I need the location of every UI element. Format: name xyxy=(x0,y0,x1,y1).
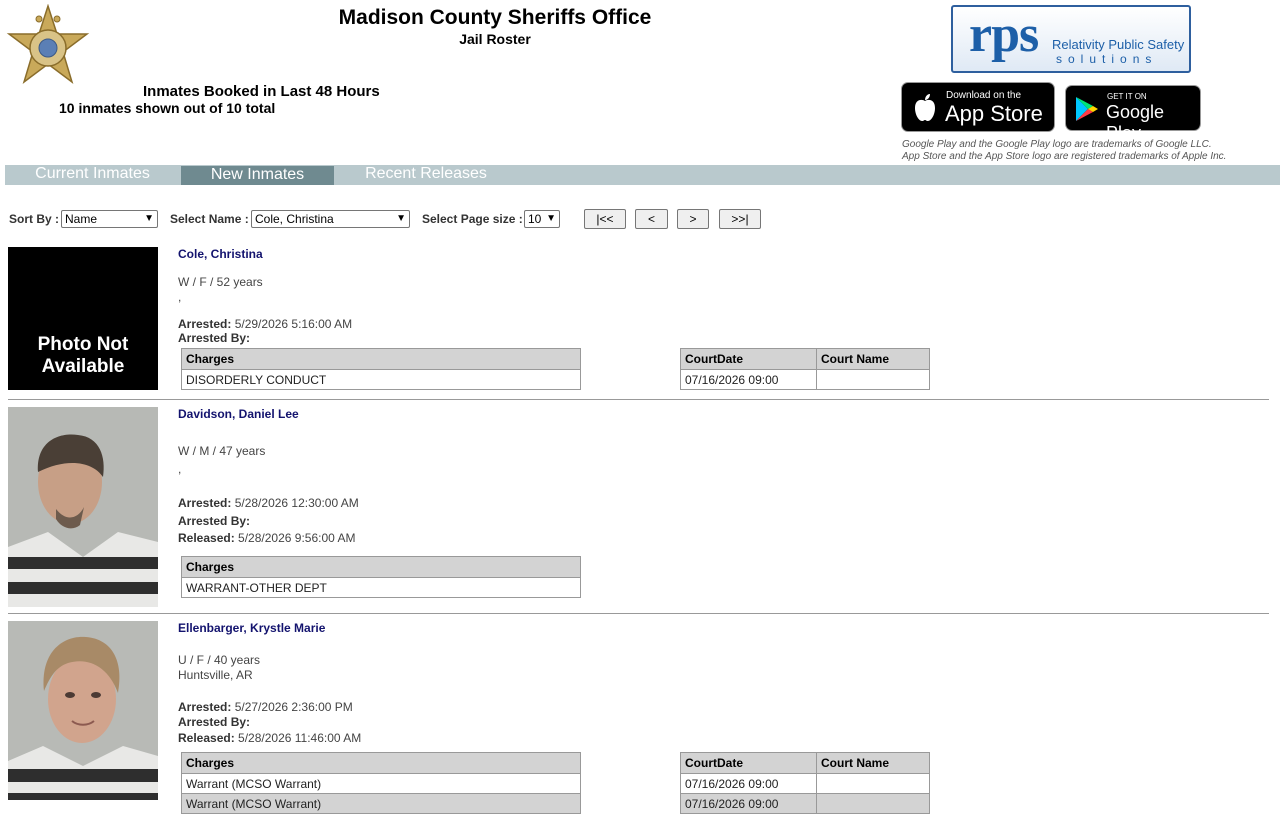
page-size-value: 10 xyxy=(528,212,542,226)
arrested-by-label: Arrested By: xyxy=(178,514,251,528)
app-store-big-text: App Store xyxy=(945,101,1043,126)
chevron-down-icon: ▼ xyxy=(144,213,154,224)
google-play-icon xyxy=(1076,97,1098,121)
trademark-google: Google Play and the Google Play logo are… xyxy=(902,139,1212,150)
inmate-name-link[interactable]: Ellenbarger, Krystle Marie xyxy=(178,621,325,635)
charge-cell: DISORDERLY CONDUCT xyxy=(181,369,581,390)
arrested-value: 5/29/2026 5:16:00 AM xyxy=(234,317,353,331)
page-size-select[interactable]: 10 ▼ xyxy=(524,210,560,228)
court-name-header: Court Name xyxy=(816,752,930,774)
charges-table: Charges WARRANT-OTHER DEPT xyxy=(181,556,581,598)
charge-cell: Warrant (MCSO Warrant) xyxy=(181,793,581,814)
rps-logo[interactable]: rps Relativity Public Safety solutions xyxy=(951,5,1191,73)
inmate-photo[interactable] xyxy=(8,621,158,800)
chevron-down-icon: ▼ xyxy=(396,213,406,224)
app-store-button[interactable]: Download on the App Store xyxy=(901,82,1055,132)
inmate-name-link[interactable]: Davidson, Daniel Lee xyxy=(178,407,299,421)
select-name-value: Cole, Christina xyxy=(255,212,334,226)
last-page-button[interactable]: >>| xyxy=(719,209,761,229)
court-date-header: CourtDate xyxy=(680,348,817,370)
court-date-cell: 07/16/2026 09:00 xyxy=(680,369,817,390)
app-store-small-text: Download on the xyxy=(946,90,1022,101)
inmate-location: , xyxy=(178,290,182,304)
court-table: CourtDate Court Name 07/16/2026 09:00 07… xyxy=(680,752,930,814)
select-name-label: Select Name : xyxy=(170,212,249,226)
released-value: 5/28/2026 11:46:00 AM xyxy=(238,731,362,745)
court-table: CourtDate Court Name 07/16/2026 09:00 xyxy=(680,348,930,390)
court-date-cell: 07/16/2026 09:00 xyxy=(680,793,817,814)
court-date-cell: 07/16/2026 09:00 xyxy=(680,773,817,794)
inmate-location: Huntsville, AR xyxy=(178,668,253,682)
trademark-notice: Google Play and the Google Play logo are… xyxy=(902,139,1226,163)
court-name-cell xyxy=(816,369,930,390)
photo-na-line1: Photo Not xyxy=(37,334,129,355)
record-divider xyxy=(8,399,1269,400)
page-subtitle: Jail Roster xyxy=(459,31,531,47)
arrested-row: Arrested: 5/27/2026 2:36:00 PM xyxy=(178,700,353,714)
charges-header: Charges xyxy=(181,556,581,578)
prev-page-button[interactable]: < xyxy=(635,209,668,229)
released-label: Released: xyxy=(178,531,235,545)
tab-recent-releases[interactable]: Recent Releases xyxy=(335,165,517,185)
charges-header: Charges xyxy=(181,348,581,370)
google-play-small-text: GET IT ON xyxy=(1107,92,1147,101)
inmate-demographics: W / M / 47 years xyxy=(178,444,266,458)
charges-header: Charges xyxy=(181,752,581,774)
arrested-by-label: Arrested By: xyxy=(178,331,251,345)
released-label: Released: xyxy=(178,731,235,745)
chevron-down-icon: ▼ xyxy=(546,213,556,224)
arrested-by-row: Arrested By: xyxy=(178,715,250,729)
court-name-cell xyxy=(816,793,930,814)
page-size-label: Select Page size : xyxy=(422,212,523,226)
tab-bar: Current Inmates New Inmates Recent Relea… xyxy=(5,165,1280,185)
arrested-label: Arrested: xyxy=(178,496,232,510)
arrested-label: Arrested: xyxy=(178,317,232,331)
arrested-row: Arrested: 5/28/2026 12:30:00 AM xyxy=(178,496,359,510)
arrested-by-label: Arrested By: xyxy=(178,715,251,729)
charge-cell: Warrant (MCSO Warrant) xyxy=(181,773,581,794)
first-page-button[interactable]: |<< xyxy=(584,209,626,229)
inmate-photo[interactable] xyxy=(8,407,158,607)
inmate-name-link[interactable]: Cole, Christina xyxy=(178,247,263,261)
select-name-select[interactable]: Cole, Christina ▼ xyxy=(251,210,410,228)
sort-by-value: Name xyxy=(65,212,98,226)
sort-by-label: Sort By : xyxy=(9,212,60,226)
record-divider xyxy=(8,613,1269,614)
arrested-value: 5/27/2026 2:36:00 PM xyxy=(234,700,353,714)
released-row: Released: 5/28/2026 9:56:00 AM xyxy=(178,531,355,545)
inmate-photo-placeholder[interactable]: Photo Not Available xyxy=(8,247,158,390)
rps-logo-tagline: Relativity Public Safety xyxy=(1052,37,1185,52)
arrested-row: Arrested: 5/29/2026 5:16:00 AM xyxy=(178,317,352,331)
sort-by-select[interactable]: Name ▼ xyxy=(61,210,158,228)
charges-table: Charges DISORDERLY CONDUCT xyxy=(181,348,581,390)
released-value: 5/28/2026 9:56:00 AM xyxy=(238,531,356,545)
arrested-value: 5/28/2026 12:30:00 AM xyxy=(234,496,359,510)
rps-logo-solutions: solutions xyxy=(1056,52,1158,66)
google-play-button[interactable]: GET IT ON Google Play xyxy=(1065,85,1201,143)
court-name-cell xyxy=(816,773,930,794)
tab-new-inmates[interactable]: New Inmates xyxy=(181,166,334,185)
page-title: Madison County Sheriffs Office xyxy=(338,6,652,29)
next-page-button[interactable]: > xyxy=(677,209,709,229)
arrested-label: Arrested: xyxy=(178,700,232,714)
tab-current-inmates[interactable]: Current Inmates xyxy=(5,165,180,185)
google-play-big-text: Google Play xyxy=(1106,102,1165,143)
apple-icon xyxy=(915,94,935,121)
inmate-demographics: W / F / 52 years xyxy=(178,275,263,289)
trademark-apple: App Store and the App Store logo are reg… xyxy=(902,151,1227,162)
charges-table: Charges Warrant (MCSO Warrant) Warrant (… xyxy=(181,752,581,814)
released-row: Released: 5/28/2026 11:46:00 AM xyxy=(178,731,361,745)
photo-na-line2: Available xyxy=(41,356,125,377)
rps-logo-letters: rps xyxy=(969,6,1039,63)
booked-heading: Inmates Booked in Last 48 Hours xyxy=(143,83,380,100)
inmate-count: 10 inmates shown out of 10 total xyxy=(59,100,276,116)
arrested-by-row: Arrested By: xyxy=(178,514,250,528)
arrested-by-row: Arrested By: xyxy=(178,331,250,345)
court-date-header: CourtDate xyxy=(680,752,817,774)
charge-cell: WARRANT-OTHER DEPT xyxy=(181,577,581,598)
inmate-demographics: U / F / 40 years xyxy=(178,653,261,667)
inmate-location: , xyxy=(178,462,182,476)
court-name-header: Court Name xyxy=(816,348,930,370)
